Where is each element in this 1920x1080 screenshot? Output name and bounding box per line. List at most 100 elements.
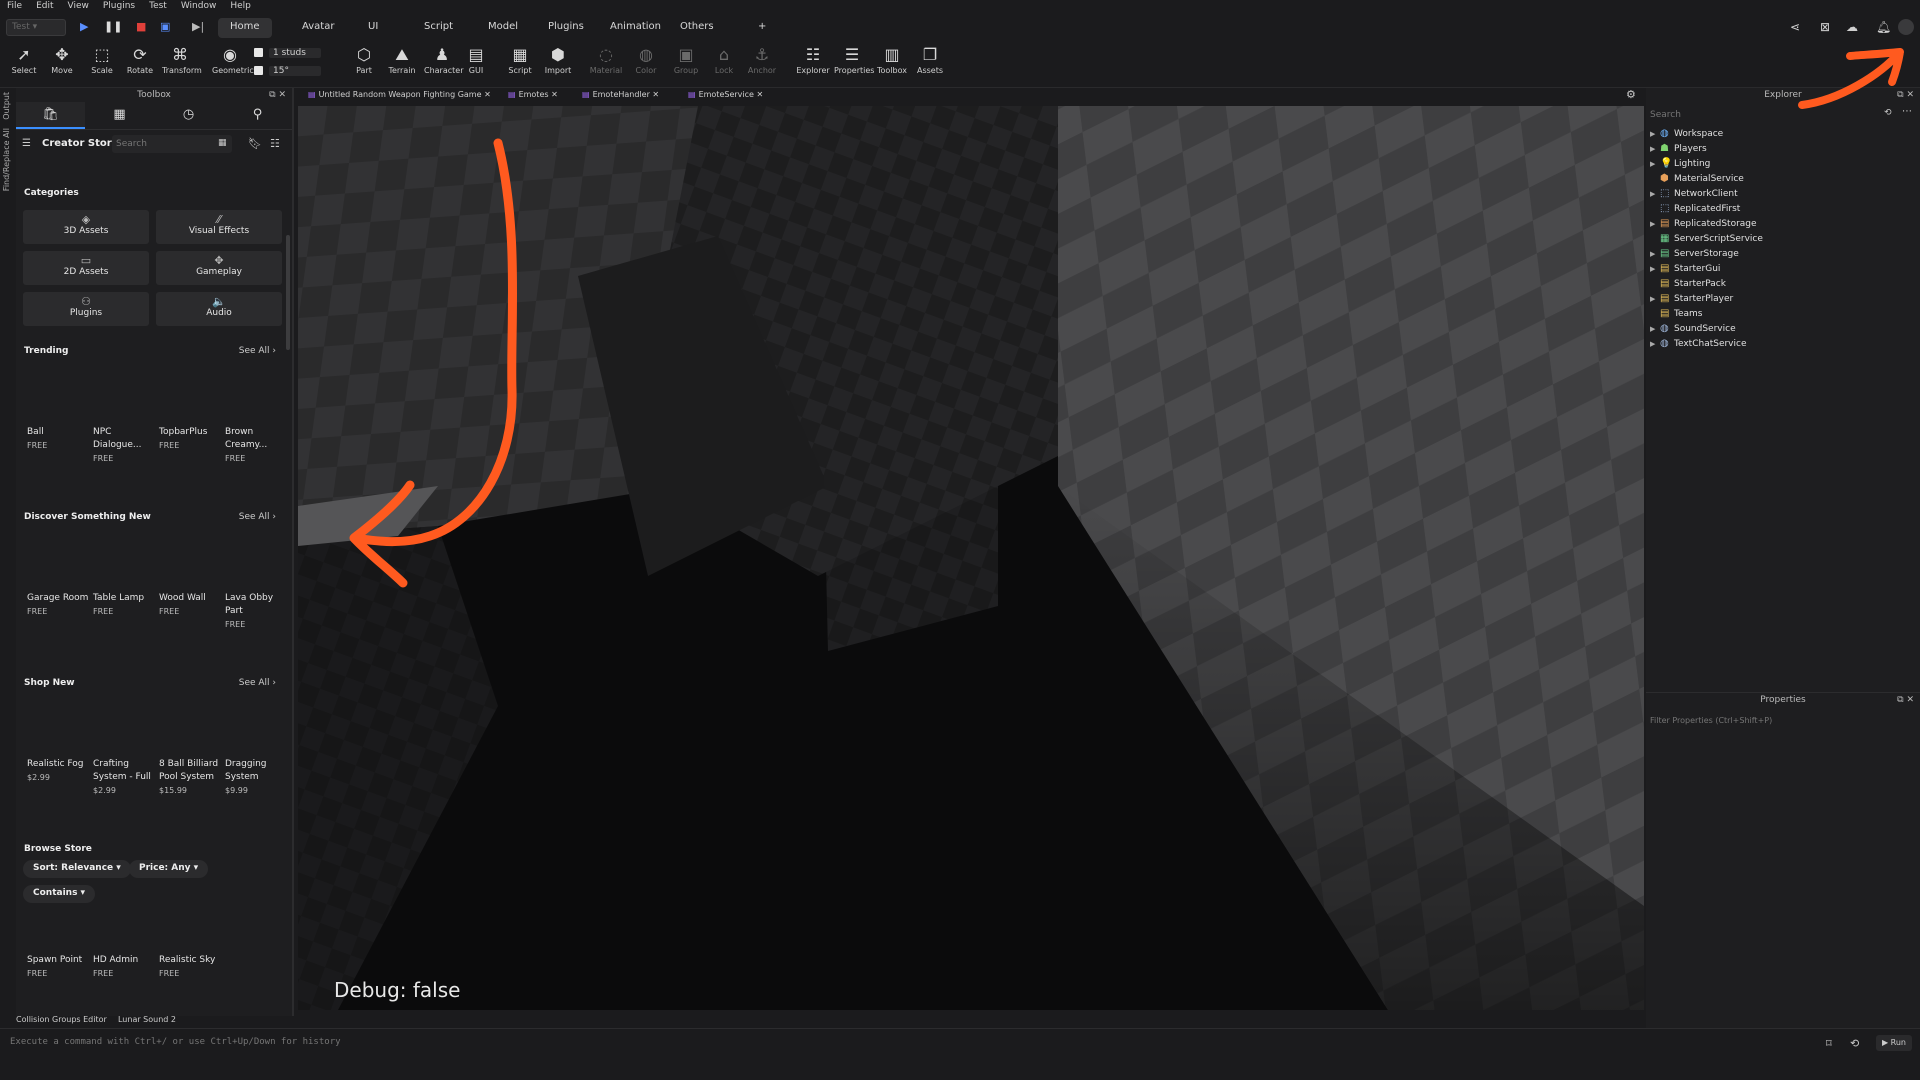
- group-tool[interactable]: ▣ Group: [668, 45, 704, 75]
- see-all-link[interactable]: See All ›: [239, 512, 276, 522]
- notification-bell-icon[interactable]: 🔔︎: [1876, 20, 1891, 34]
- tab-plugins[interactable]: Plugins: [536, 18, 596, 38]
- close-icon[interactable]: ✕: [482, 90, 491, 99]
- menu-help[interactable]: Help: [223, 0, 258, 14]
- explorer-tool[interactable]: ☷ Explorer: [795, 45, 831, 75]
- doc-tab-untitled-random-weapon-fighting-game[interactable]: ▤ Untitled Random Weapon Fighting Game ✕: [308, 90, 491, 104]
- asset-card[interactable]: Dragging System $9.99: [225, 758, 287, 797]
- chevron-right-icon[interactable]: ▶: [1650, 145, 1660, 153]
- script-tool[interactable]: ▦ Script: [502, 45, 538, 75]
- bookmark-icon[interactable]: 🔖︎: [248, 137, 262, 150]
- properties-tool[interactable]: ☰ Properties: [834, 45, 874, 75]
- category-gameplay[interactable]: ✥ Gameplay: [156, 251, 282, 285]
- filter-pill-price-any[interactable]: Price: Any ▾: [129, 860, 209, 878]
- close-icon[interactable]: ✕: [754, 90, 763, 99]
- filter-icon[interactable]: ☷: [270, 137, 280, 150]
- explorer-item-soundservice[interactable]: ▶ ◍ SoundService: [1650, 323, 1736, 338]
- properties-filter-input[interactable]: [1650, 713, 1912, 727]
- doc-tab-emoteservice[interactable]: ▤ EmoteService ✕: [688, 90, 763, 104]
- category-3d-assets[interactable]: ◈ 3D Assets: [23, 210, 149, 244]
- collab-icon[interactable]: ⊠: [1820, 20, 1830, 34]
- run-button[interactable]: ▶ Run: [1876, 1035, 1912, 1051]
- part-tool[interactable]: ⬡ Part: [346, 45, 382, 75]
- explorer-item-serverstorage[interactable]: ▶ ▤ ServerStorage: [1650, 248, 1739, 263]
- cloud-icon[interactable]: ☁: [1846, 20, 1858, 34]
- avatar[interactable]: [1898, 19, 1914, 35]
- asset-card[interactable]: HD Admin FREE: [93, 954, 155, 980]
- gui-tool[interactable]: ▤ GUI: [458, 45, 494, 75]
- move-snap[interactable]: 1 studs: [254, 48, 328, 62]
- asset-card[interactable]: Realistic Sky FREE: [159, 954, 221, 980]
- chevron-right-icon[interactable]: ▶: [1650, 190, 1660, 198]
- chevron-right-icon[interactable]: ▶: [1650, 295, 1660, 303]
- explorer-item-starterplayer[interactable]: ▶ ▤ StarterPlayer: [1650, 293, 1733, 308]
- transform-tool[interactable]: ⌘ Transform: [162, 45, 202, 75]
- geometric-tool[interactable]: ◉ Geometric: [212, 45, 254, 75]
- material-tool[interactable]: ◌ Material: [588, 45, 624, 75]
- tab-add[interactable]: +: [746, 18, 778, 38]
- chevron-right-icon[interactable]: ▶: [1650, 340, 1660, 348]
- explorer-item-serverscriptservice[interactable]: ▦ ServerScriptService: [1650, 233, 1763, 248]
- assets-tool[interactable]: ❐ Assets: [912, 45, 948, 75]
- toolbox-search-input[interactable]: [112, 135, 232, 153]
- more-options-icon[interactable]: ⋯: [1902, 106, 1912, 117]
- tab-others[interactable]: Others: [668, 18, 726, 38]
- explorer-item-players[interactable]: ▶ ☗ Players: [1650, 143, 1707, 158]
- explorer-item-lighting[interactable]: ▶ 💡 Lighting: [1650, 158, 1710, 173]
- tab-model[interactable]: Model: [476, 18, 530, 38]
- doc-tab-emotehandler[interactable]: ▤ EmoteHandler ✕: [582, 90, 659, 104]
- see-all-link[interactable]: See All ›: [239, 678, 276, 688]
- step-icon[interactable]: ▶|: [192, 20, 204, 33]
- asset-card[interactable]: Ball FREE: [27, 426, 89, 452]
- category-audio[interactable]: 🔈 Audio: [156, 292, 282, 326]
- close-icon[interactable]: ⧉ ✕: [1897, 88, 1914, 102]
- asset-card[interactable]: Crafting System - Full $2.99: [93, 758, 155, 797]
- rotate-snap[interactable]: 15°: [254, 66, 328, 80]
- asset-card[interactable]: 8 Ball Billiard Pool System $15.99: [159, 758, 221, 797]
- move-snap-checkbox[interactable]: [254, 48, 263, 57]
- explorer-item-materialservice[interactable]: ⬢ MaterialService: [1650, 173, 1744, 188]
- mode-select[interactable]: Test ▾: [6, 19, 66, 36]
- 3d-viewport[interactable]: Debug: false: [298, 106, 1644, 1010]
- explorer-search-input[interactable]: [1650, 108, 1890, 122]
- asset-card[interactable]: TopbarPlus FREE: [159, 426, 221, 452]
- close-icon[interactable]: ✕: [549, 90, 558, 99]
- chevron-right-icon[interactable]: ▶: [1650, 220, 1660, 228]
- output-tab[interactable]: Output: [2, 92, 11, 120]
- tab-animation[interactable]: Animation: [598, 18, 673, 38]
- explorer-item-startergui[interactable]: ▶ ▤ StarterGui: [1650, 263, 1720, 278]
- menu-edit[interactable]: Edit: [29, 0, 60, 14]
- explorer-item-textchatservice[interactable]: ▶ ◍ TextChatService: [1650, 338, 1747, 353]
- category-plugins[interactable]: ⚇ Plugins: [23, 292, 149, 326]
- terrain-tool[interactable]: ⛰ Terrain: [384, 45, 420, 75]
- tab-ui[interactable]: UI: [356, 18, 390, 38]
- asset-card[interactable]: Garage Room FREE: [27, 592, 89, 618]
- hamburger-icon[interactable]: ☰: [22, 138, 31, 149]
- store-bag-icon[interactable]: 🛍︎: [16, 102, 85, 129]
- explorer-item-networkclient[interactable]: ▶ ⬚ NetworkClient: [1650, 188, 1738, 203]
- close-icon[interactable]: ✕: [650, 90, 659, 99]
- doc-tab-emotes[interactable]: ▤ Emotes ✕: [508, 90, 558, 104]
- chevron-right-icon[interactable]: ▶: [1650, 250, 1660, 258]
- stop-icon[interactable]: ■: [136, 20, 146, 33]
- asset-card[interactable]: Spawn Point FREE: [27, 954, 89, 980]
- gear-icon[interactable]: ⚙: [1626, 88, 1636, 101]
- move-tool[interactable]: ✥ Move: [44, 45, 80, 75]
- chevron-right-icon[interactable]: ▶: [1650, 325, 1660, 333]
- see-all-link[interactable]: See All ›: [239, 346, 276, 356]
- history-icon[interactable]: ⟲: [1850, 1037, 1859, 1050]
- menu-window[interactable]: Window: [174, 0, 224, 14]
- explorer-item-starterpack[interactable]: ▤ StarterPack: [1650, 278, 1726, 293]
- filter-pill-contains[interactable]: Contains ▾: [23, 885, 96, 903]
- bookmark-icon[interactable]: ⌑: [1826, 1037, 1832, 1050]
- pause-icon[interactable]: ❚❚: [104, 20, 122, 33]
- collision-groups-tab[interactable]: Collision Groups Editor: [16, 1015, 107, 1024]
- explorer-item-workspace[interactable]: ▶ ◍ Workspace: [1650, 128, 1723, 143]
- close-icon[interactable]: ⧉ ✕: [1897, 693, 1914, 707]
- move-snap-value[interactable]: 1 studs: [269, 48, 321, 58]
- history-icon[interactable]: ⟲: [1884, 108, 1892, 118]
- play-icon[interactable]: ▶: [80, 20, 88, 33]
- asset-card[interactable]: Wood Wall FREE: [159, 592, 221, 618]
- menu-file[interactable]: File: [0, 0, 29, 14]
- tab-script[interactable]: Script: [412, 18, 465, 38]
